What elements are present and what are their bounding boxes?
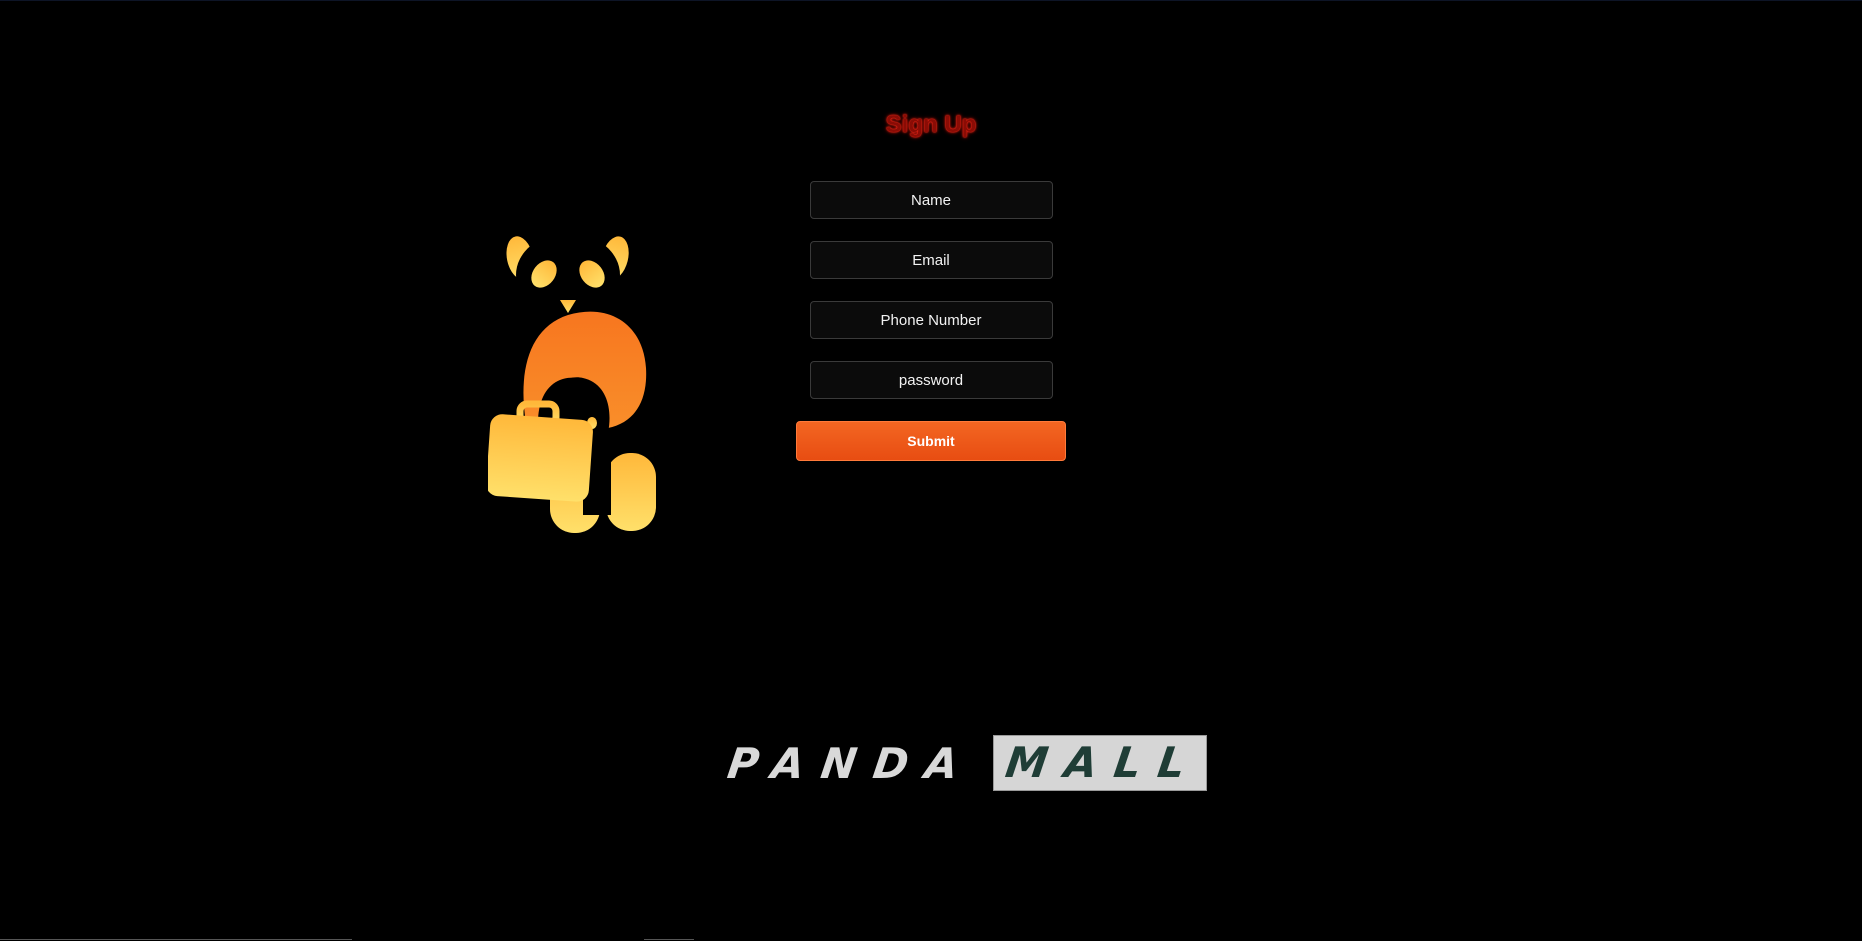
panda-mascot-icon (488, 233, 656, 533)
brand-word-mall-box: MALL (992, 735, 1207, 791)
signup-title: Sign Up (885, 111, 977, 138)
password-field[interactable] (809, 361, 1053, 399)
signup-page: Sign Up Submit PANDA MALL (0, 0, 1862, 941)
email-field[interactable] (809, 241, 1053, 279)
phone-number-field[interactable] (809, 301, 1053, 339)
brand-word-panda: PANDA (724, 738, 979, 788)
bottom-divider-short (644, 939, 694, 940)
signup-form: Sign Up Submit (796, 101, 1066, 461)
bottom-divider (0, 939, 352, 940)
brand-word-mall: MALL (1002, 738, 1206, 787)
brand-logo: PANDA MALL (724, 735, 1207, 791)
submit-button[interactable]: Submit (796, 421, 1066, 461)
name-field[interactable] (809, 181, 1053, 219)
